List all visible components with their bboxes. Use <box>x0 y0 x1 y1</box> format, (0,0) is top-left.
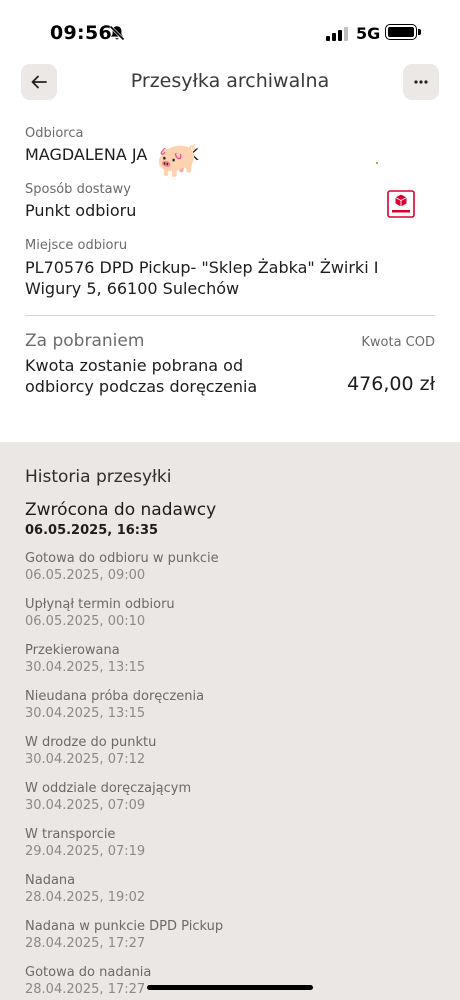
history-event: Gotowa do nadania 28.04.2025, 17:27 <box>25 965 435 1000</box>
delivery-value: Punkt odbioru <box>25 201 137 220</box>
event-status: W drodze do punktu <box>25 735 157 750</box>
event-date: 28.04.2025, 17:27 <box>25 936 146 951</box>
delivery-method-section: Sposób dostawy Punkt odbioru <box>25 182 136 220</box>
page-title: Przesyłka archiwalna <box>130 70 330 92</box>
event-status: Nadana w punkcie DPD Pickup <box>25 919 224 934</box>
history-section: Historia przesyłki Zwrócona do nadawcy 0… <box>0 442 460 1000</box>
event-status: W transporcie <box>25 827 116 842</box>
event-date: 06.05.2025, 00:10 <box>25 614 146 629</box>
bell-slash-icon <box>109 25 125 41</box>
more-options-button[interactable] <box>403 64 439 100</box>
signal-icon <box>326 27 348 41</box>
network-type: 5G <box>356 24 381 43</box>
status-time: 09:56 <box>50 22 112 44</box>
divider <box>25 315 435 316</box>
history-event: W drodze do punktu 30.04.2025, 07:12 <box>25 735 435 781</box>
ellipsis-icon <box>414 80 428 84</box>
event-status: Gotowa do nadania <box>25 965 152 980</box>
current-status-date: 06.05.2025, 16:35 <box>25 523 159 538</box>
history-event: W oddziale doręczającym 30.04.2025, 07:0… <box>25 781 435 827</box>
event-status: Nadana <box>25 873 76 888</box>
history-event: Nadana w punkcie DPD Pickup 28.04.2025, … <box>25 919 435 965</box>
event-status: W oddziale doręczającym <box>25 781 192 796</box>
event-date: 30.04.2025, 07:12 <box>25 752 146 767</box>
history-event: Nadana 28.04.2025, 19:02 <box>25 873 435 919</box>
event-status: Upłynął termin odbioru <box>25 597 175 612</box>
event-date: 29.04.2025, 07:19 <box>25 844 146 859</box>
cod-title: Za pobraniem <box>25 331 145 351</box>
history-events: Gotowa do odbioru w punkcie 06.05.2025, … <box>25 551 435 1000</box>
current-status: Zwrócona do nadawcy <box>25 500 217 520</box>
event-date: 30.04.2025, 07:09 <box>25 798 146 813</box>
nav-bar: Przesyłka archiwalna <box>0 62 460 104</box>
status-bar: 09:56 5G <box>0 0 460 62</box>
pickup-place-label: Miejsce odbioru <box>25 238 128 253</box>
history-event: Przekierowana 30.04.2025, 13:15 <box>25 643 435 689</box>
battery-icon <box>385 24 421 40</box>
history-event: Nieudana próba doręczenia 30.04.2025, 13… <box>25 689 435 735</box>
cod-amount: 476,00 zł <box>347 373 435 395</box>
cod-amount-label: Kwota COD <box>361 335 435 350</box>
home-indicator[interactable] <box>147 985 313 990</box>
event-date: 30.04.2025, 13:15 <box>25 706 146 721</box>
event-date: 30.04.2025, 13:15 <box>25 660 146 675</box>
parcel-box-icon <box>387 190 415 218</box>
pickup-place-section: Miejsce odbioru PL70576 DPD Pickup- "Skl… <box>25 238 435 299</box>
event-status: Przekierowana <box>25 643 120 658</box>
small-dot <box>376 162 378 164</box>
delivery-label: Sposób dostawy <box>25 182 131 197</box>
pickup-place-value: PL70576 DPD Pickup- "Sklep Żabka" Żwirki… <box>25 258 379 298</box>
event-date: 28.04.2025, 19:02 <box>25 890 146 905</box>
cod-section: Za pobraniem Kwota COD Kwota zostanie po… <box>25 331 435 431</box>
cod-description: Kwota zostanie pobrana od odbiorcy podcz… <box>25 356 258 396</box>
pig-sticker: 🐖 <box>156 140 199 180</box>
event-date: 06.05.2025, 09:00 <box>25 568 146 583</box>
event-status: Nieudana próba doręczenia <box>25 689 205 704</box>
history-event: W transporcie 29.04.2025, 07:19 <box>25 827 435 873</box>
history-title: Historia przesyłki <box>25 467 172 487</box>
history-event: Gotowa do odbioru w punkcie 06.05.2025, … <box>25 551 435 597</box>
event-status: Gotowa do odbioru w punkcie <box>25 551 219 566</box>
recipient-label: Odbiorca <box>25 126 84 141</box>
history-event: Upłynął termin odbioru 06.05.2025, 00:10 <box>25 597 435 643</box>
